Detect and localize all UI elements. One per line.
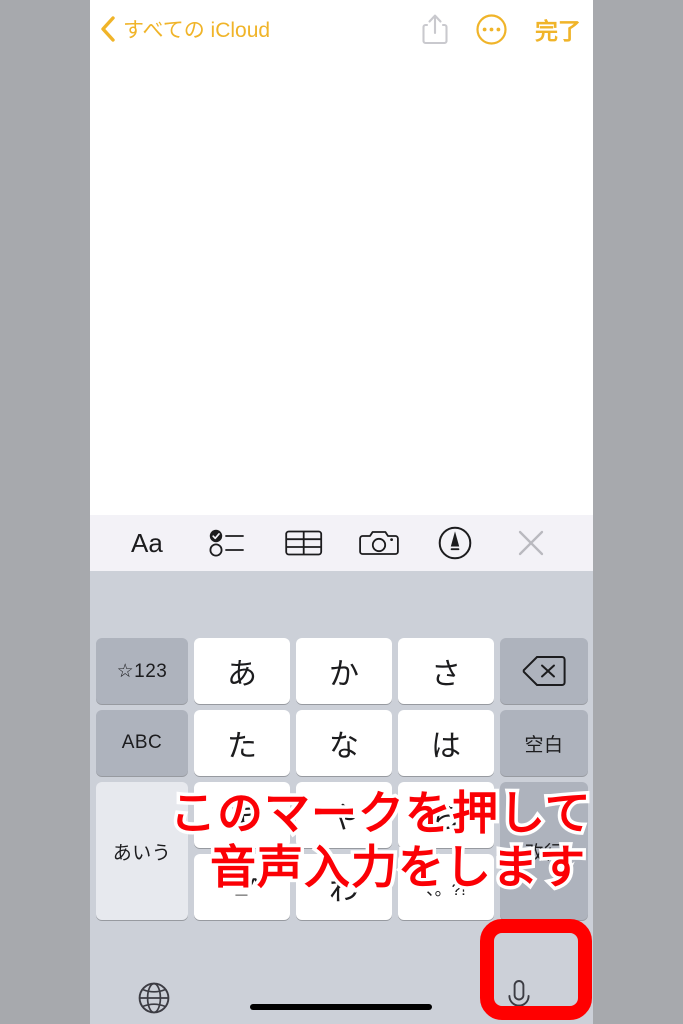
svg-text:Aa: Aa <box>131 528 163 558</box>
key-symbols-numbers-label: ☆123 <box>116 660 168 682</box>
text-format-icon: Aa <box>131 528 163 558</box>
key-kana-mode-label: あいう <box>112 842 172 864</box>
back-button[interactable]: すべての iCloud <box>100 10 270 48</box>
back-button-label: すべての iCloud <box>123 19 271 42</box>
navbar-actions: 完了 <box>422 8 581 50</box>
key-ra-row[interactable]: ら <box>398 782 494 848</box>
key-wa-row-label: わ <box>329 874 359 907</box>
microphone-icon <box>508 980 530 1012</box>
note-text-area[interactable] <box>90 58 593 515</box>
key-ya-row[interactable]: や <box>296 782 392 848</box>
key-ta-row-label: た <box>227 730 257 763</box>
key-ma-row-label: ま <box>227 802 257 835</box>
key-delete[interactable] <box>500 638 588 704</box>
camera-button[interactable] <box>341 520 417 566</box>
screenshot-frame: すべての iCloud 完了 Aa ☆123 あ か さ ABC た な は 空… <box>0 0 683 1024</box>
key-ya-row-label: や <box>329 802 359 835</box>
globe-key[interactable] <box>134 978 174 1018</box>
close-icon <box>518 530 544 556</box>
ellipsis-circle-icon <box>476 13 507 45</box>
key-symbols-numbers[interactable]: ☆123 <box>96 638 188 704</box>
key-space[interactable]: 空白 <box>500 710 588 776</box>
home-indicator-bar <box>250 1004 432 1010</box>
key-ka-row[interactable]: か <box>296 638 392 704</box>
phone-screen: すべての iCloud 完了 Aa ☆123 あ か さ ABC た な は 空… <box>90 0 593 1024</box>
text-format-button[interactable]: Aa <box>114 520 190 566</box>
key-kana-mode[interactable]: あいう <box>96 782 188 920</box>
globe-icon <box>138 982 170 1014</box>
key-abc-label: ABC <box>121 732 163 753</box>
keyboard-utility-row <box>90 968 593 1024</box>
key-ha-row-label: は <box>431 730 461 763</box>
markup-button[interactable] <box>417 520 493 566</box>
checklist-icon <box>209 529 244 557</box>
key-wa-row[interactable]: わ <box>296 854 392 920</box>
key-ra-row-label: ら <box>431 802 461 835</box>
key-kaomoji[interactable]: ^_^ <box>194 854 290 920</box>
share-button[interactable] <box>422 13 448 45</box>
chevron-left-icon <box>101 16 115 42</box>
table-icon <box>284 530 322 556</box>
key-a-row-label: あ <box>227 658 257 691</box>
key-ka-row-label: か <box>329 658 359 691</box>
predictive-text-bar[interactable] <box>90 571 593 630</box>
key-return-label: 改行 <box>524 842 564 864</box>
markup-pen-icon <box>438 526 472 560</box>
key-return[interactable]: 改行 <box>500 782 588 920</box>
key-ma-row[interactable]: ま <box>194 782 290 848</box>
key-kaomoji-label: ^_^ <box>222 875 262 898</box>
key-na-row-label: な <box>329 730 359 763</box>
camera-icon <box>359 531 400 555</box>
key-ha-row[interactable]: は <box>398 710 494 776</box>
navigation-bar: すべての iCloud 完了 <box>90 0 593 58</box>
key-punctuation-label: 、。?! <box>426 879 466 899</box>
key-punctuation[interactable]: 、。?! <box>398 854 494 920</box>
key-na-row[interactable]: な <box>296 710 392 776</box>
more-options-button[interactable] <box>476 13 507 45</box>
share-up-icon <box>422 14 448 45</box>
key-space-label: 空白 <box>524 734 564 756</box>
microphone-key[interactable] <box>490 972 548 1022</box>
delete-backward-icon <box>522 656 566 686</box>
checklist-button[interactable] <box>190 520 266 566</box>
key-sa-row-label: さ <box>431 658 461 691</box>
format-toolbar: Aa <box>90 515 593 571</box>
key-sa-row[interactable]: さ <box>398 638 494 704</box>
key-ta-row[interactable]: た <box>194 710 290 776</box>
close-keyboard-button[interactable] <box>493 520 569 566</box>
key-abc[interactable]: ABC <box>96 710 188 776</box>
japanese-kana-keyboard: ☆123 あ か さ ABC た な は 空白あいう ま や ら改行 ^_^ わ 、。?! <box>90 571 593 1024</box>
done-button[interactable]: 完了 <box>535 12 581 46</box>
table-button[interactable] <box>266 520 342 566</box>
key-a-row[interactable]: あ <box>194 638 290 704</box>
